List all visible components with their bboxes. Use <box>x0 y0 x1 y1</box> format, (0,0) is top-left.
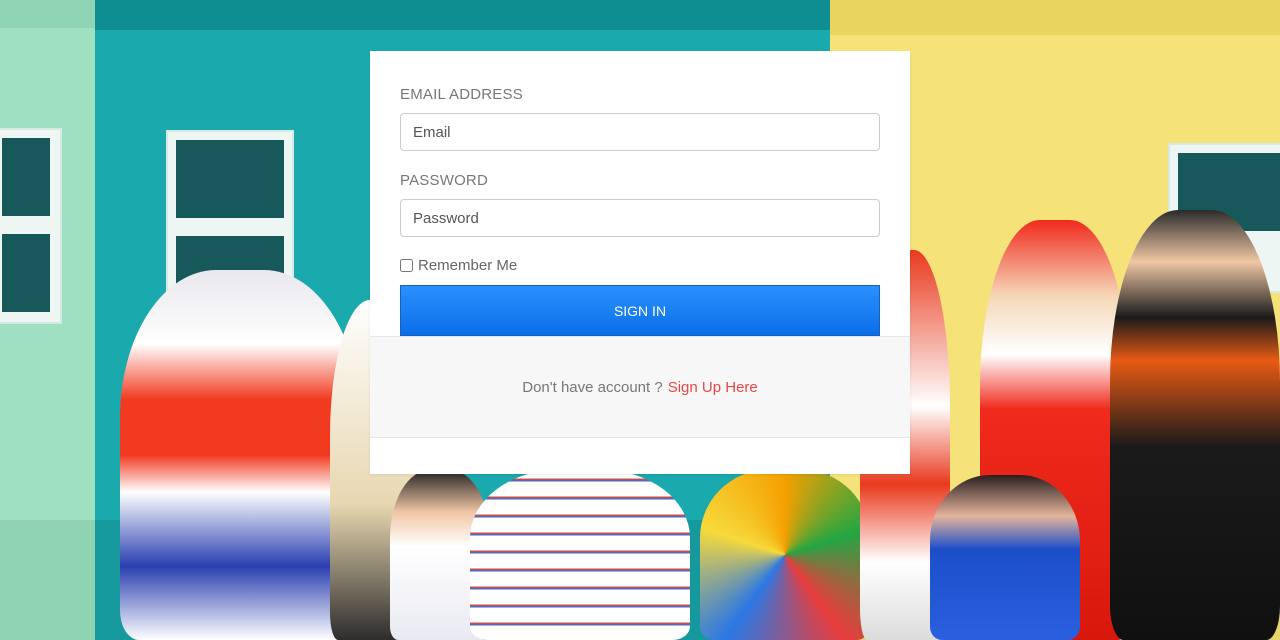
dancer-colorful-dress <box>700 470 870 640</box>
password-input[interactable] <box>400 199 880 237</box>
window-left <box>0 128 62 324</box>
yellow-eave <box>830 0 1280 35</box>
remember-me-checkbox[interactable] <box>400 258 413 272</box>
remember-me-row: Remember Me <box>400 256 517 274</box>
dancer-man-black <box>1110 210 1280 640</box>
sign-up-link[interactable]: Sign Up Here <box>668 379 758 396</box>
dancer-left <box>120 270 360 640</box>
password-label: PASSWORD <box>400 172 488 189</box>
green-base <box>0 520 100 640</box>
teal-eave <box>95 0 835 30</box>
email-input[interactable] <box>400 113 880 151</box>
email-label: EMAIL ADDRESS <box>400 86 523 103</box>
green-eave <box>0 0 100 28</box>
login-card: EMAIL ADDRESS PASSWORD Remember Me SIGN … <box>370 51 910 474</box>
dancer-blue-dress <box>930 475 1080 640</box>
dancer-white-dress <box>470 470 690 640</box>
signup-footer: Don't have account ? Sign Up Here <box>370 336 910 438</box>
sign-in-button[interactable]: SIGN IN <box>400 285 880 336</box>
signup-prompt: Don't have account ? <box>522 378 663 396</box>
remember-me-label: Remember Me <box>418 256 518 274</box>
